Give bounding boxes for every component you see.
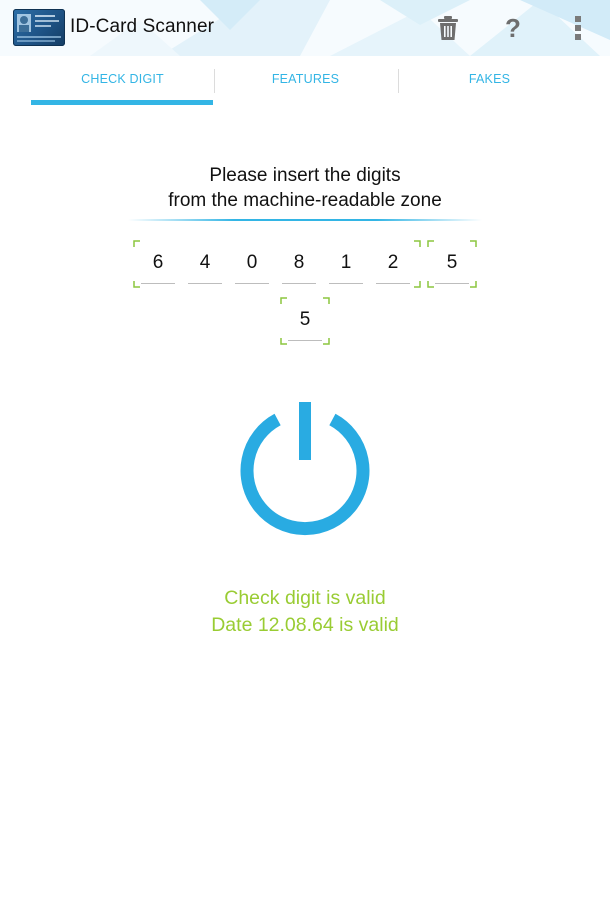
trash-icon[interactable] <box>434 14 462 42</box>
instruction-text: Please insert the digits from the machin… <box>0 163 610 213</box>
digit-value: 6 <box>152 252 164 273</box>
digit-value: 1 <box>340 252 352 273</box>
check-digit-status: Check digit is valid <box>224 587 386 609</box>
overflow-menu-icon[interactable] <box>564 14 592 42</box>
digit-field-3[interactable]: 0 <box>232 242 272 284</box>
tab-check-digit[interactable]: CHECK DIGIT <box>31 56 214 102</box>
action-bar: ID-Card Scanner ? <box>0 0 610 56</box>
validation-status: Check digit is valid Date 12.08.64 is va… <box>0 585 610 639</box>
digit-field-6[interactable]: 2 <box>373 242 413 284</box>
digit-value: 2 <box>387 252 399 273</box>
help-icon[interactable]: ? <box>499 13 527 43</box>
overall-check-digit-field[interactable]: 5 <box>285 299 325 341</box>
digit-field-5[interactable]: 1 <box>326 242 366 284</box>
power-icon[interactable] <box>235 398 375 538</box>
date-check-digit-group: 5 <box>427 240 477 288</box>
tab-bar: CHECK DIGIT FEATURES FAKES <box>0 56 610 108</box>
tab-fakes[interactable]: FAKES <box>398 56 581 102</box>
selected-tab-indicator <box>31 100 213 105</box>
digit-value: 4 <box>199 252 211 273</box>
digit-value: 5 <box>446 252 458 273</box>
app-title: ID-Card Scanner <box>70 16 215 37</box>
date-check-digit-field[interactable]: 5 <box>432 242 472 284</box>
instruction-underline <box>128 219 482 221</box>
digit-value: 0 <box>246 252 258 273</box>
digit-field-4[interactable]: 8 <box>279 242 319 284</box>
digit-field-1[interactable]: 6 <box>138 242 178 284</box>
digit-value: 8 <box>293 252 305 273</box>
instruction-line-1: Please insert the digits <box>209 165 401 186</box>
digit-field-2[interactable]: 4 <box>185 242 225 284</box>
id-card-app-icon[interactable] <box>13 9 65 46</box>
instruction-line-2: from the machine-readable zone <box>168 190 442 211</box>
tab-features[interactable]: FEATURES <box>214 56 397 102</box>
digit-value: 5 <box>299 309 311 330</box>
date-status: Date 12.08.64 is valid <box>211 614 399 636</box>
overall-check-digit-group: 5 <box>280 297 330 345</box>
date-digit-group: 6 4 0 8 1 2 <box>133 240 421 288</box>
